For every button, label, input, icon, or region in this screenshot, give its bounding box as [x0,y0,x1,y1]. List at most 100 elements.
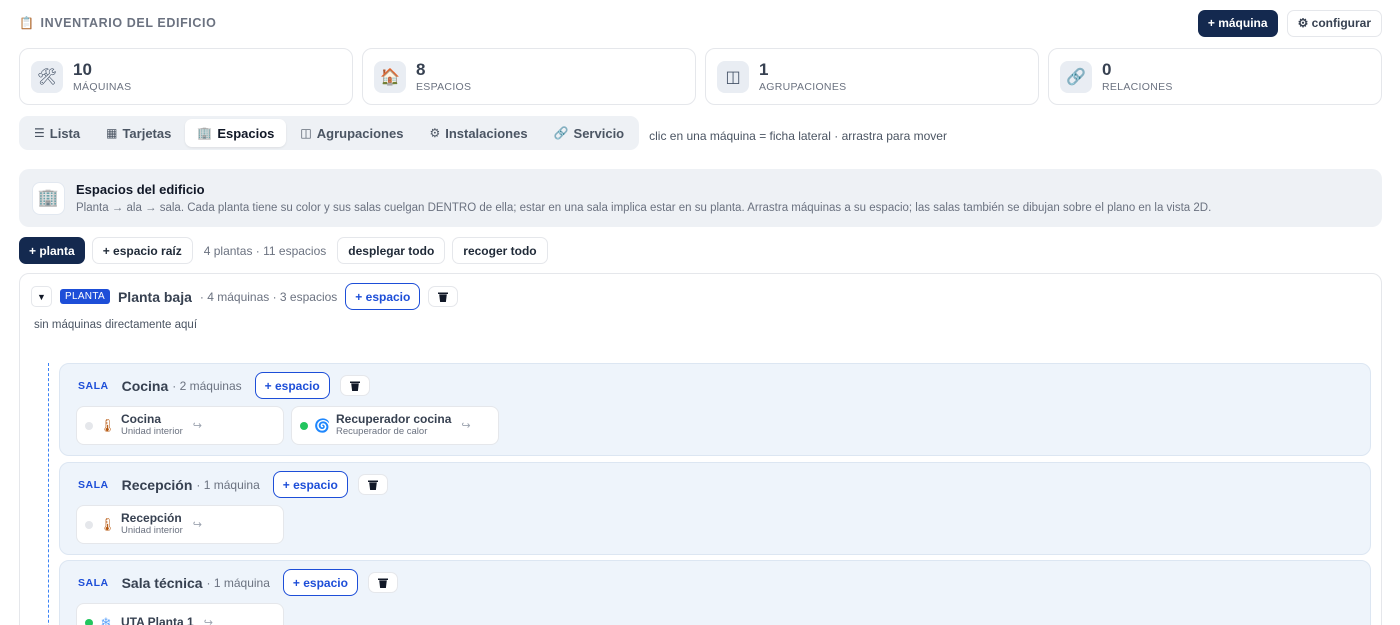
machine-list: ❄ UTA Planta 1 ↪ [76,603,284,625]
floor-panel: ▼ PLANTA Planta baja · 4 máquinas · 3 es… [19,273,1382,625]
room-cocina: SALA Cocina · 2 máquinas + espacio 🌡 Coc… [59,363,1371,456]
stat-machines: 🛠 10 MÁQUINAS [19,48,353,105]
trash-icon [377,578,388,588]
room-header: SALA Recepción · 1 máquina + espacio [78,471,388,498]
tab-instalaciones[interactable]: ⚙ Instalaciones [417,119,539,147]
tools-icon: 🛠 [31,60,63,93]
banner-title: Espacios del edificio [76,182,205,197]
stat-label: MÁQUINAS [73,80,132,93]
tab-lista[interactable]: ☰ Lista [22,119,92,147]
banner-description: Planta → ala → sala. Cada planta tiene s… [76,202,1212,214]
delete-room-button[interactable] [357,474,388,495]
room-meta: · 2 máquinas [172,378,242,393]
status-dot [85,520,93,529]
floor-name[interactable]: Planta baja [118,289,192,305]
add-space-button[interactable]: + espacio [254,372,330,399]
stat-relations: 🔗 0 RELACIONES [1048,48,1382,105]
columns-icon: ◫ [300,126,312,140]
trash-icon [367,480,378,490]
machine-card[interactable]: 🌀 Recuperador cocina Recuperador de calor… [291,406,499,445]
tab-agrupaciones[interactable]: ◫ Agrupaciones [288,119,415,147]
machine-name: Recuperador cocina [336,412,452,426]
tab-servicio[interactable]: 🔗 Servicio [542,119,637,147]
tab-espacios[interactable]: 🏢 Espacios [185,119,287,147]
stat-label: ESPACIOS [416,80,472,93]
list-icon: ☰ [34,126,45,140]
room-header: SALA Sala técnica · 1 máquina + espacio [78,569,398,596]
stat-label: RELACIONES [1102,80,1173,93]
room-meta: · 1 máquina [196,477,260,492]
machine-name: UTA Planta 1 [121,615,194,625]
stat-label: AGRUPACIONES [759,80,847,93]
spaces-summary: 4 plantas · 11 espacios [203,243,327,258]
tab-label: Agrupaciones [316,125,404,141]
room-badge: SALA [78,478,109,491]
stats-row: 🛠 10 MÁQUINAS 🏠 8 ESPACIOS ◫ 1 AGRUPACIONES… [19,48,1382,105]
clipboard-icon: 📋 [19,16,35,30]
gear-icon: ⚙ [429,126,441,140]
floor-meta: · 4 máquinas · 3 espacios [199,289,338,304]
room-name[interactable]: Recepción [122,477,193,493]
add-root-space-button[interactable]: + espacio raíz [91,237,193,264]
move-icon[interactable]: ↪ [204,616,213,625]
tab-label: Instalaciones [445,125,528,141]
room-header: SALA Cocina · 2 máquinas + espacio [78,372,370,399]
room-recepcion: SALA Recepción · 1 máquina + espacio 🌡 R… [59,462,1371,555]
building-icon: 🏢 [32,181,65,215]
tree-guide-line [48,363,49,625]
trash-icon [438,292,449,302]
tab-tarjetas[interactable]: ▦ Tarjetas [94,119,183,147]
tab-label: Lista [49,125,81,141]
spaces-info-banner: 🏢 Espacios del edificio Planta → ala → s… [19,169,1382,227]
tab-label: Espacios [217,125,275,141]
tab-label: Servicio [573,125,625,141]
view-tabs: ☰ Lista ▦ Tarjetas 🏢 Espacios ◫ Agrupaciones… [19,116,640,150]
move-icon[interactable]: ↪ [461,419,470,432]
room-badge: SALA [78,379,109,392]
add-machine-button[interactable]: + máquina [1197,9,1278,37]
move-icon[interactable]: ↪ [193,518,202,531]
stat-value: 10 [73,59,92,79]
room-name[interactable]: Cocina [122,378,169,394]
machine-list: 🌡 Cocina Unidad interior ↪ 🌀 Recuperador … [76,406,499,445]
machine-name: Cocina [121,412,162,426]
delete-room-button[interactable] [339,375,370,396]
machine-card[interactable]: 🌡 Recepción Unidad interior ↪ [76,505,284,544]
interaction-hint: clic en una máquina = ficha lateral · ar… [649,129,947,143]
machine-card[interactable]: 🌡 Cocina Unidad interior ↪ [76,406,284,445]
floor-header: ▼ PLANTA Planta baja · 4 máquinas · 3 es… [31,283,459,310]
spaces-actions: + planta + espacio raíz 4 plantas · 11 e… [19,237,548,264]
machine-name: Recepción [121,511,182,525]
move-icon[interactable]: ↪ [193,419,202,432]
room-sala-tecnica: SALA Sala técnica · 1 máquina + espacio … [59,560,1371,625]
stat-value: 8 [416,59,426,79]
add-space-button[interactable]: + espacio [345,283,421,310]
stat-groupings: ◫ 1 AGRUPACIONES [705,48,1039,105]
cards-icon: ▦ [106,126,118,140]
link-icon: 🔗 [553,126,569,140]
add-floor-button[interactable]: + planta [19,237,85,264]
stat-value: 0 [1102,59,1112,79]
configure-button[interactable]: ⚙ configurar [1286,9,1382,37]
page-title: 📋 INVENTARIO DEL EDIFICIO [19,16,216,30]
tab-label: Tarjetas [122,125,172,141]
status-dot [300,421,308,430]
collapse-toggle[interactable]: ▼ [31,286,52,307]
building-icon: 🏢 [197,126,213,140]
expand-all-button[interactable]: desplegar todo [337,237,446,264]
delete-floor-button[interactable] [428,286,459,307]
machine-type: Recuperador de calor [336,426,428,437]
delete-room-button[interactable] [367,572,398,593]
collapse-all-button[interactable]: recoger todo [452,237,548,264]
no-machines-note: sin máquinas directamente aquí [34,319,198,331]
columns-icon: ◫ [717,60,749,93]
thermometer-icon: 🌡 [99,417,116,433]
room-name[interactable]: Sala técnica [122,575,203,591]
machine-card[interactable]: ❄ UTA Planta 1 ↪ [76,603,284,625]
air-handler-icon: ❄ [100,614,112,625]
add-space-button[interactable]: + espacio [272,471,348,498]
add-space-button[interactable]: + espacio [282,569,358,596]
house-icon: 🏠 [374,60,406,93]
trash-icon [349,381,360,391]
machine-type: Unidad interior [121,525,183,536]
